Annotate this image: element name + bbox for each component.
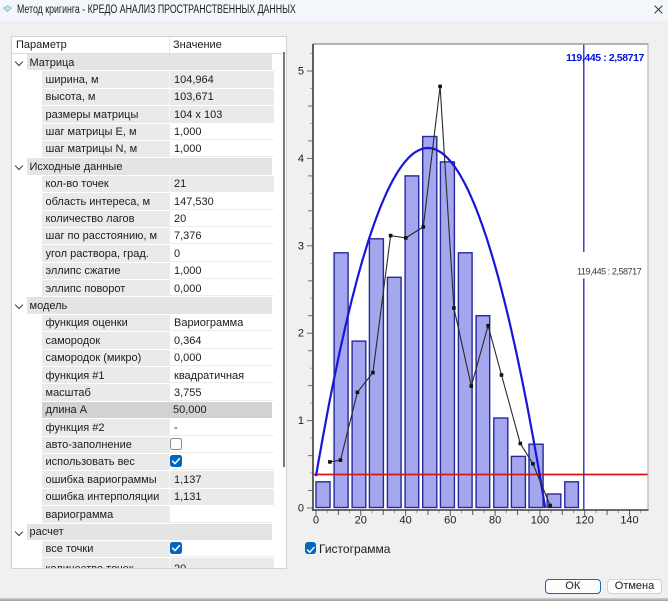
svg-text:119,445 : 2,58717: 119,445 : 2,58717 xyxy=(577,267,642,277)
svg-text:20: 20 xyxy=(355,515,367,527)
svg-text:60: 60 xyxy=(444,515,456,527)
svg-text:5: 5 xyxy=(298,66,304,78)
svg-text:120: 120 xyxy=(576,515,594,527)
svg-text:4: 4 xyxy=(298,153,304,165)
svg-text:100: 100 xyxy=(531,515,549,527)
svg-text:80: 80 xyxy=(489,515,501,527)
svg-text:119,445 : 2,58717: 119,445 : 2,58717 xyxy=(566,52,644,64)
svg-text:0: 0 xyxy=(313,515,319,527)
svg-text:40: 40 xyxy=(399,515,411,527)
svg-text:140: 140 xyxy=(620,515,638,527)
svg-text:2: 2 xyxy=(298,328,304,340)
svg-text:0: 0 xyxy=(298,503,304,515)
svg-text:1: 1 xyxy=(298,415,304,427)
svg-text:3: 3 xyxy=(298,240,304,252)
